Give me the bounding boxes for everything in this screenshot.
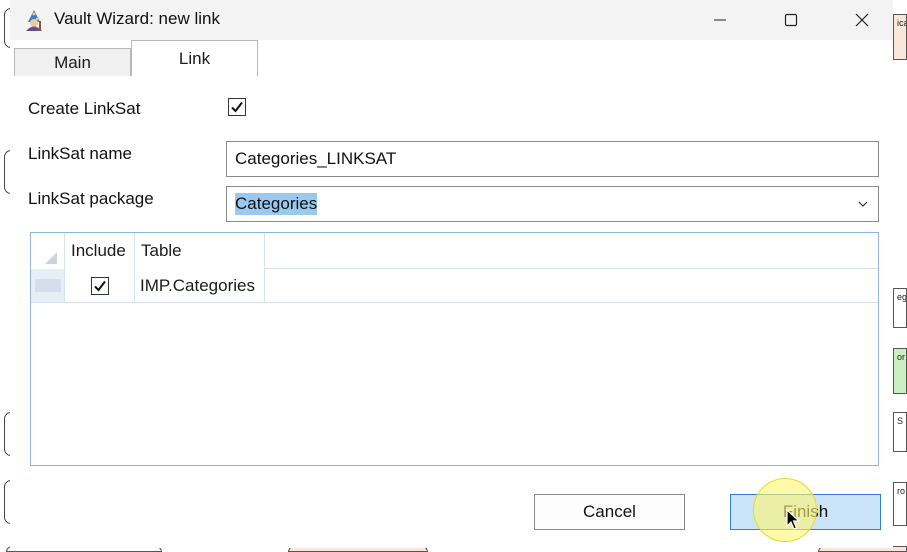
linksat-package-value: Categories xyxy=(235,193,318,215)
tab-main[interactable]: Main xyxy=(14,48,131,76)
mouse-cursor-icon xyxy=(786,509,800,530)
linksat-package-dropdown[interactable]: Categories xyxy=(226,186,879,222)
window-title: Vault Wizard: new link xyxy=(54,9,220,28)
tab-link-label: Link xyxy=(178,48,211,68)
tab-strip: Main Link xyxy=(14,40,884,76)
tables-grid[interactable]: Include Table IMP.Categories xyxy=(30,232,879,466)
tab-main-label: Main xyxy=(54,52,91,72)
checkmark-icon xyxy=(231,101,243,113)
click-highlight xyxy=(753,478,817,542)
row-header[interactable] xyxy=(31,269,65,302)
corner-triangle-icon xyxy=(45,252,57,264)
linksat-name-value: Categories_LINKSAT xyxy=(235,149,397,168)
background-panel xyxy=(893,0,907,552)
linksat-name-label: LinkSat name xyxy=(28,144,132,163)
tab-link[interactable]: Link xyxy=(131,40,258,76)
background-node: ro xyxy=(893,482,907,526)
create-linksat-label: Create LinkSat xyxy=(28,99,141,118)
column-header-table[interactable]: Table xyxy=(135,233,265,269)
include-cell[interactable] xyxy=(65,269,135,302)
chevron-down-icon[interactable] xyxy=(856,195,870,213)
checkmark-icon xyxy=(93,280,106,292)
column-header-include[interactable]: Include xyxy=(65,233,135,269)
vault-wizard-dialog: Vault Wizard: new link Main Link Create … xyxy=(10,0,893,548)
title-bar[interactable]: Vault Wizard: new link xyxy=(10,0,893,40)
table-row[interactable]: IMP.Categories xyxy=(31,269,878,303)
linksat-name-input[interactable]: Categories_LINKSAT xyxy=(226,141,879,177)
background-node: S xyxy=(893,412,907,452)
cancel-button[interactable]: Cancel xyxy=(534,494,685,530)
include-checkbox[interactable] xyxy=(90,276,109,295)
grid-header: Include Table xyxy=(31,233,878,269)
wizard-app-icon xyxy=(26,10,42,31)
table-name-cell[interactable]: IMP.Categories xyxy=(135,269,265,302)
close-icon xyxy=(855,13,869,27)
minimize-icon xyxy=(714,19,726,21)
maximize-icon xyxy=(784,13,798,27)
maximize-button[interactable] xyxy=(756,0,826,40)
select-all-corner[interactable] xyxy=(31,233,65,269)
create-linksat-checkbox[interactable] xyxy=(228,98,246,116)
minimize-button[interactable] xyxy=(685,0,755,40)
linksat-package-label: LinkSat package xyxy=(28,189,154,208)
row-header-indicator xyxy=(35,279,61,292)
background-node: or xyxy=(893,348,907,394)
background-node: eg xyxy=(893,288,907,328)
close-button[interactable] xyxy=(827,0,897,40)
